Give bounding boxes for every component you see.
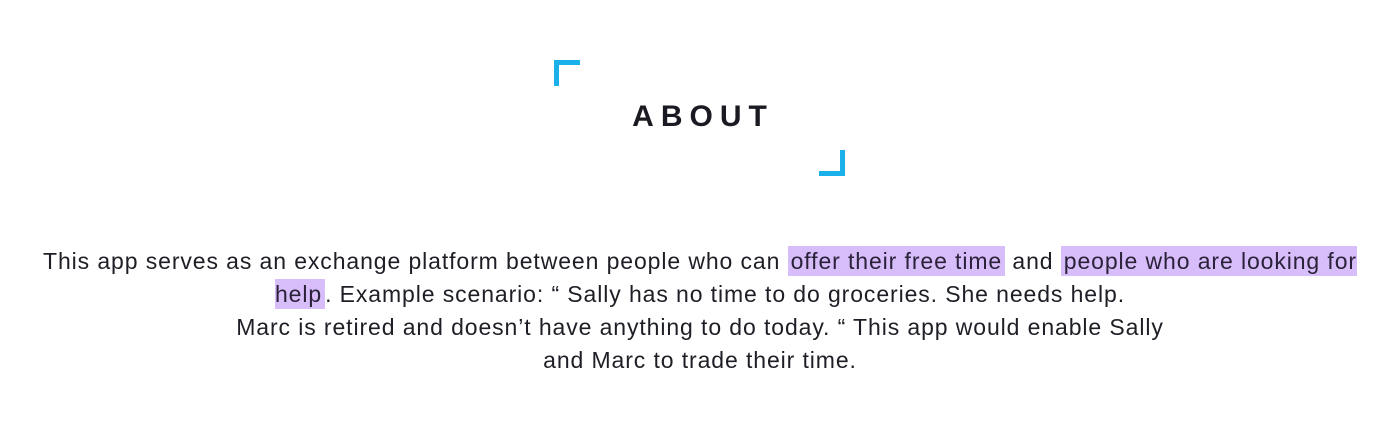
corner-bracket-bottom-right	[819, 150, 845, 176]
corner-bracket-top-left	[554, 60, 580, 86]
section-title: ABOUT	[632, 100, 774, 133]
about-text-part2: and	[1005, 248, 1061, 274]
about-text-part1: This app serves as an exchange platform …	[43, 248, 788, 274]
about-text-part3: . Example scenario: “ Sally has no time …	[325, 281, 1125, 307]
highlight-offer-free-time: offer their free time	[787, 246, 1006, 276]
about-text-line3: Marc is retired and doesn’t have anythin…	[236, 314, 1164, 340]
about-description: This app serves as an exchange platform …	[40, 245, 1360, 377]
about-heading: ABOUT	[554, 60, 845, 176]
about-text-line4: and Marc to trade their time.	[543, 347, 857, 373]
